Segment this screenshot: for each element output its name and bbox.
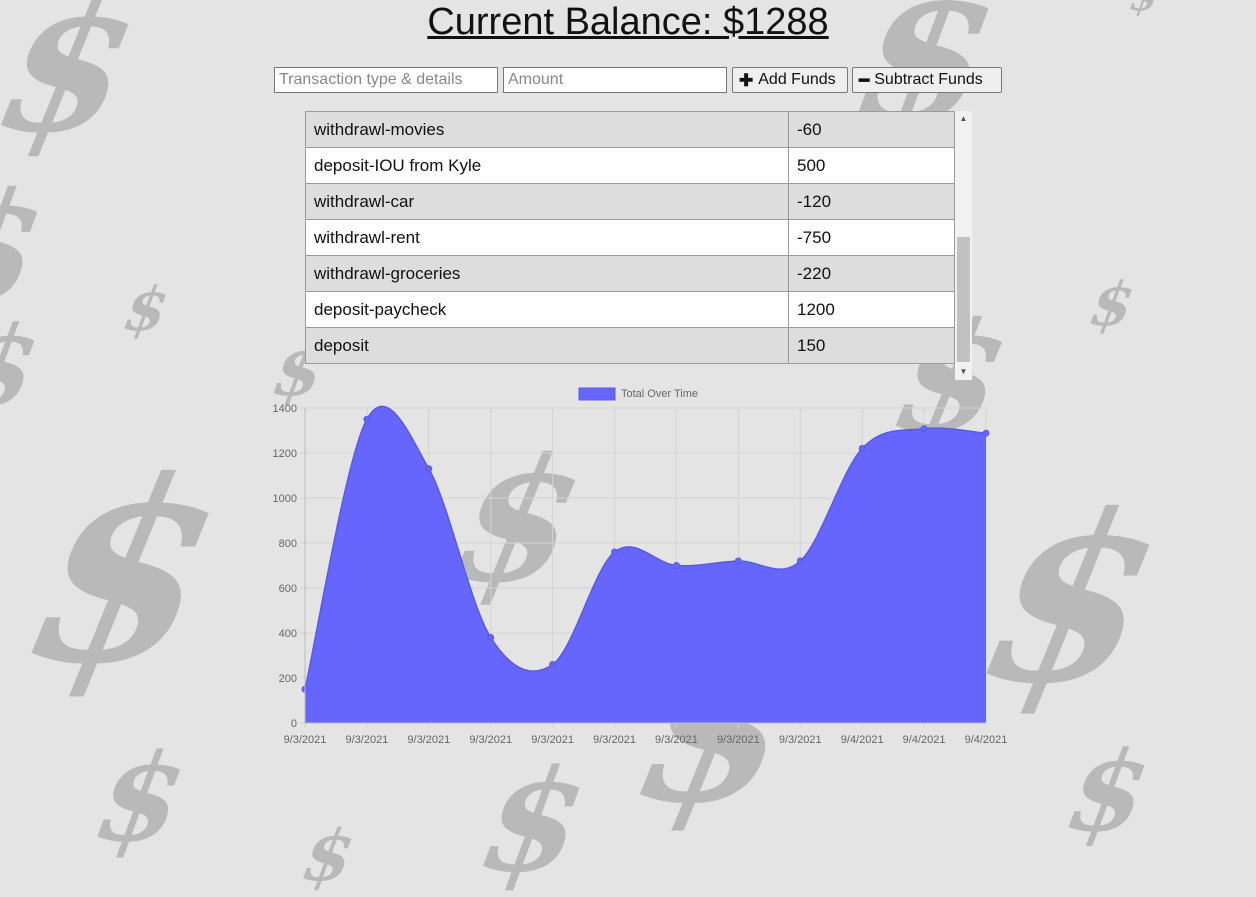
transaction-amount-cell: 150 bbox=[788, 327, 955, 364]
transaction-amount-cell: -220 bbox=[788, 255, 955, 292]
transaction-row: withdrawl-rent -750 bbox=[305, 219, 955, 256]
x-tick-label: 9/3/2021 bbox=[779, 734, 822, 746]
y-tick-label: 1400 bbox=[273, 403, 297, 415]
minus-icon: ━ bbox=[859, 70, 870, 90]
data-point bbox=[487, 634, 495, 641]
y-tick-label: 1200 bbox=[273, 448, 297, 460]
transaction-name-cell: deposit-paycheck bbox=[305, 291, 789, 328]
data-point bbox=[363, 415, 371, 423]
y-tick-label: 200 bbox=[279, 673, 297, 685]
x-tick-label: 9/3/2021 bbox=[407, 734, 450, 746]
y-tick-label: 1000 bbox=[273, 493, 297, 505]
data-point bbox=[611, 548, 619, 556]
y-tick-label: 800 bbox=[279, 538, 297, 550]
transaction-name-cell: deposit-IOU from Kyle bbox=[305, 147, 789, 184]
series-area bbox=[305, 406, 986, 723]
y-tick-label: 0 bbox=[291, 718, 297, 730]
plus-icon: ✚ bbox=[739, 70, 754, 90]
transaction-row: withdrawl-car -120 bbox=[305, 183, 955, 220]
transaction-row: withdrawl-movies -60 bbox=[305, 111, 955, 148]
transaction-name-cell: deposit bbox=[305, 327, 789, 364]
legend-label: Total Over Time bbox=[621, 388, 698, 400]
transaction-name-input[interactable] bbox=[274, 67, 498, 93]
legend-swatch bbox=[578, 387, 616, 401]
transaction-row: withdrawl-groceries -220 bbox=[305, 255, 955, 292]
transactions-table: withdrawl-movies -60 deposit-IOU from Kyle… bbox=[305, 111, 955, 364]
data-point bbox=[920, 425, 928, 433]
add-funds-button[interactable]: ✚ Add Funds bbox=[732, 67, 848, 93]
y-tick-label: 400 bbox=[279, 628, 297, 640]
transaction-amount-cell: -120 bbox=[788, 183, 955, 220]
current-balance-text: Current Balance: $1288 bbox=[427, 1, 829, 43]
subtract-funds-label: Subtract Funds bbox=[874, 71, 983, 88]
table-scrollbar[interactable]: ▲ ▼ bbox=[955, 111, 972, 380]
transaction-amount-cell: 500 bbox=[788, 147, 955, 184]
current-balance-heading: Current Balance: $1288 bbox=[0, 0, 1256, 44]
transactions-table-container: withdrawl-movies -60 deposit-IOU from Kyle… bbox=[305, 111, 972, 380]
x-tick-label: 9/3/2021 bbox=[717, 734, 760, 746]
scrollbar-thumb[interactable] bbox=[957, 237, 970, 362]
scroll-down-arrow-icon[interactable]: ▼ bbox=[955, 365, 972, 379]
data-point bbox=[425, 465, 433, 473]
transaction-row: deposit-paycheck 1200 bbox=[305, 291, 955, 328]
transaction-name-cell: withdrawl-car bbox=[305, 183, 789, 220]
scroll-up-arrow-icon[interactable]: ▲ bbox=[955, 112, 972, 126]
y-tick-label: 600 bbox=[279, 583, 297, 595]
transaction-row: deposit-IOU from Kyle 500 bbox=[305, 147, 955, 184]
x-tick-label: 9/3/2021 bbox=[655, 734, 698, 746]
total-over-time-chart: 0 200 400 600 800 1000 1200 1400 9/3/2021 9/3/202… bbox=[273, 387, 1008, 746]
transaction-name-cell: withdrawl-movies bbox=[305, 111, 789, 148]
data-point bbox=[796, 557, 804, 565]
transaction-amount-cell: -60 bbox=[788, 111, 955, 148]
transaction-row: deposit 150 bbox=[305, 327, 955, 364]
x-tick-label: 9/4/2021 bbox=[965, 734, 1008, 746]
transaction-amount-cell: 1200 bbox=[788, 291, 955, 328]
data-point bbox=[549, 661, 557, 668]
transaction-name-cell: withdrawl-rent bbox=[305, 219, 789, 256]
x-tick-label: 9/3/2021 bbox=[284, 734, 327, 746]
x-tick-label: 9/3/2021 bbox=[593, 734, 636, 746]
data-point bbox=[858, 445, 866, 452]
x-tick-label: 9/4/2021 bbox=[903, 734, 946, 746]
transactions-table-body: withdrawl-movies -60 deposit-IOU from Kyle… bbox=[305, 111, 955, 364]
x-tick-label: 9/3/2021 bbox=[345, 734, 388, 746]
x-tick-label: 9/3/2021 bbox=[469, 734, 512, 746]
add-funds-label: Add Funds bbox=[758, 71, 836, 88]
data-point bbox=[734, 557, 742, 565]
data-point bbox=[982, 429, 990, 437]
subtract-funds-button[interactable]: ━ Subtract Funds bbox=[852, 67, 1002, 93]
transaction-name-cell: withdrawl-groceries bbox=[305, 255, 789, 292]
x-tick-label: 9/3/2021 bbox=[531, 734, 574, 746]
data-point bbox=[672, 562, 680, 569]
transaction-amount-input[interactable] bbox=[503, 67, 727, 93]
x-tick-label: 9/4/2021 bbox=[841, 734, 884, 746]
transaction-amount-cell: -750 bbox=[788, 219, 955, 256]
